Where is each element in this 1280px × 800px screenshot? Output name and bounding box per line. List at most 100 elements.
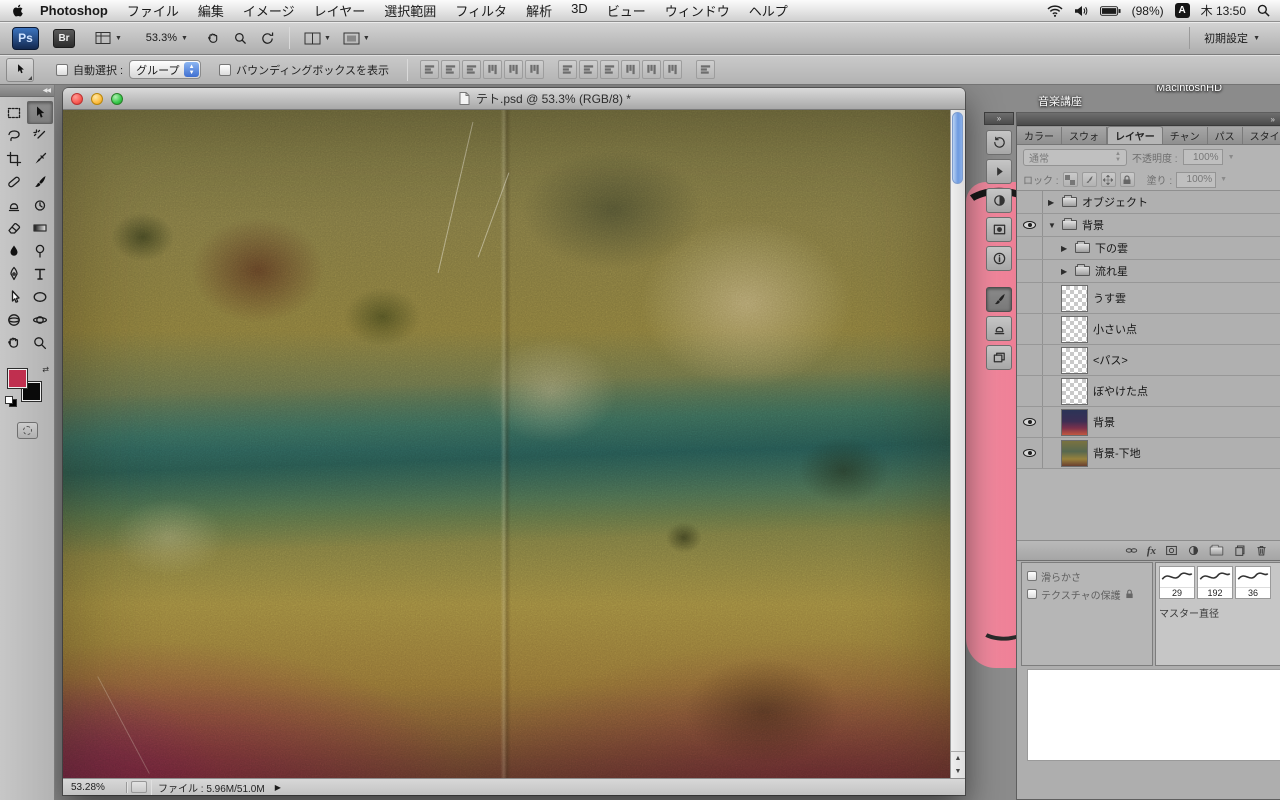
status-zoom-field[interactable]: 53.28% bbox=[63, 781, 127, 793]
protect-texture-option[interactable]: テクスチャの保護 bbox=[1027, 585, 1147, 603]
status-menu-arrow[interactable]: ▶ bbox=[275, 783, 281, 792]
tool-3d-rotate[interactable] bbox=[1, 308, 27, 331]
menu-item-3[interactable]: イメージ bbox=[243, 1, 295, 20]
tool-spot-healing-brush[interactable] bbox=[1, 170, 27, 193]
document-titlebar[interactable]: テト.psd @ 53.3% (RGB/8) * bbox=[63, 88, 965, 110]
panel-icon-history[interactable] bbox=[986, 130, 1012, 155]
disclosure-triangle[interactable]: ▶ bbox=[1048, 198, 1057, 207]
panel-icon-info[interactable] bbox=[986, 246, 1012, 271]
layer-thumbnail[interactable] bbox=[1061, 315, 1088, 343]
align-vertical-center-button[interactable] bbox=[441, 60, 461, 79]
visibility-toggle[interactable] bbox=[1017, 376, 1043, 406]
visibility-toggle[interactable] bbox=[1017, 260, 1043, 282]
zoom-window-button[interactable] bbox=[111, 92, 123, 105]
menu-item-10[interactable]: ウィンドウ bbox=[665, 1, 730, 20]
layer-row-6[interactable]: 小さい点 bbox=[1017, 314, 1280, 345]
launch-bridge-button[interactable]: Br bbox=[53, 28, 75, 48]
auto-align-button[interactable] bbox=[696, 60, 716, 79]
visibility-toggle[interactable] bbox=[1017, 214, 1043, 236]
distribute-bottom-button[interactable] bbox=[600, 60, 620, 79]
status-options-button[interactable] bbox=[131, 781, 147, 793]
menu-item-6[interactable]: フィルタ bbox=[455, 1, 507, 20]
tool-path-selection[interactable] bbox=[1, 285, 27, 308]
tool-crop[interactable] bbox=[1, 147, 27, 170]
lock-all-button[interactable] bbox=[1119, 172, 1135, 187]
layer-row-9[interactable]: 背景 bbox=[1017, 407, 1280, 438]
panel-icon-adjustments[interactable] bbox=[986, 188, 1012, 213]
zoom-level-control[interactable]: 53.3% ▼ bbox=[136, 29, 192, 47]
panel-tab-6[interactable]: スタイ bbox=[1242, 127, 1280, 144]
visibility-toggle[interactable] bbox=[1017, 314, 1043, 344]
minimize-button[interactable] bbox=[91, 92, 103, 105]
layer-thumbnail[interactable] bbox=[1061, 284, 1088, 312]
tool-magic-wand[interactable] bbox=[27, 124, 53, 147]
adjustment-layer-icon[interactable] bbox=[1187, 544, 1200, 557]
panel-tab-2[interactable]: スウォ bbox=[1062, 127, 1107, 144]
tool-move[interactable] bbox=[27, 101, 53, 124]
visibility-toggle[interactable] bbox=[1017, 345, 1043, 375]
foreground-color-swatch[interactable] bbox=[7, 368, 28, 389]
visibility-toggle[interactable] bbox=[1017, 191, 1043, 213]
brush-preset-3[interactable]: 36 bbox=[1235, 566, 1271, 599]
tool-lasso[interactable] bbox=[1, 124, 27, 147]
tool-eyedropper[interactable] bbox=[27, 147, 53, 170]
brush-preset-2[interactable]: 192 bbox=[1197, 566, 1233, 599]
quick-mask-button[interactable] bbox=[16, 422, 38, 439]
layer-row-1[interactable]: ▶ オブジェクト bbox=[1017, 191, 1280, 214]
layer-row-10[interactable]: 背景-下地 bbox=[1017, 438, 1280, 469]
tools-panel-collapse-button[interactable]: ◀◀ bbox=[0, 85, 54, 97]
scrollbar-thumb[interactable] bbox=[952, 112, 963, 184]
panel-icon-clone-source[interactable] bbox=[986, 316, 1012, 341]
menu-item-11[interactable]: ヘルプ bbox=[749, 1, 788, 20]
lock-transparency-button[interactable] bbox=[1062, 172, 1078, 187]
arrange-documents-button[interactable]: ▼ bbox=[298, 27, 337, 49]
link-layers-icon[interactable] bbox=[1125, 544, 1138, 557]
brush-preset-1[interactable]: 29 bbox=[1159, 566, 1195, 599]
tool-gradient[interactable] bbox=[27, 216, 53, 239]
app-menu-title[interactable]: Photoshop bbox=[40, 3, 108, 18]
tool-preset-well[interactable] bbox=[6, 57, 34, 82]
align-bottom-button[interactable] bbox=[462, 60, 482, 79]
bounding-box-checkbox[interactable]: バウンディングボックスを表示 bbox=[219, 62, 389, 78]
scroll-up-button[interactable]: ▲ bbox=[951, 752, 965, 765]
tool-eraser[interactable] bbox=[1, 216, 27, 239]
panel-tab-4[interactable]: チャン bbox=[1162, 127, 1208, 144]
fill-value-box[interactable]: 100% bbox=[1176, 171, 1217, 188]
caret-down-icon[interactable]: ▼ bbox=[1228, 154, 1235, 161]
swap-colors-icon[interactable]: ⇄ bbox=[42, 366, 49, 374]
align-horizontal-center-button[interactable] bbox=[504, 60, 524, 79]
lock-pixels-button[interactable] bbox=[1081, 172, 1097, 187]
visibility-toggle[interactable] bbox=[1017, 237, 1043, 259]
layer-thumbnail[interactable] bbox=[1061, 439, 1088, 467]
scroll-down-button[interactable]: ▼ bbox=[951, 765, 965, 778]
smoothing-option[interactable]: 滑らかさ bbox=[1027, 567, 1147, 585]
visibility-toggle[interactable] bbox=[1017, 438, 1043, 468]
menu-item-2[interactable]: 編集 bbox=[198, 1, 224, 20]
visibility-toggle[interactable] bbox=[1017, 407, 1043, 437]
tool-blur[interactable] bbox=[1, 239, 27, 262]
menu-item-1[interactable]: ファイル bbox=[127, 1, 179, 20]
default-colors-icon[interactable] bbox=[5, 396, 18, 408]
tool-rectangular-marquee[interactable] bbox=[1, 101, 27, 124]
input-method-indicator[interactable]: A bbox=[1174, 3, 1190, 18]
new-group-icon[interactable] bbox=[1209, 544, 1224, 555]
layer-thumbnail[interactable] bbox=[1061, 346, 1088, 374]
rotate-view-button[interactable] bbox=[254, 27, 281, 49]
layer-thumbnail[interactable] bbox=[1061, 377, 1088, 405]
menu-item-8[interactable]: 3D bbox=[571, 1, 588, 20]
visibility-toggle[interactable] bbox=[1017, 283, 1043, 313]
layer-thumbnail[interactable] bbox=[1061, 408, 1088, 436]
panel-tab-1[interactable]: カラー bbox=[1017, 127, 1062, 144]
panel-icon-layer-comps[interactable] bbox=[986, 345, 1012, 370]
panel-icon-masks[interactable] bbox=[986, 217, 1012, 242]
icon-dock-collapse-button[interactable]: » bbox=[984, 112, 1014, 125]
panel-tab-3[interactable]: レイヤー bbox=[1107, 126, 1163, 144]
tool-clone-stamp[interactable] bbox=[1, 193, 27, 216]
tool-type[interactable] bbox=[27, 262, 53, 285]
add-mask-icon[interactable] bbox=[1165, 544, 1178, 557]
close-button[interactable] bbox=[71, 92, 83, 105]
distribute-top-button[interactable] bbox=[558, 60, 578, 79]
canvas[interactable] bbox=[63, 110, 950, 778]
tool-history-brush[interactable] bbox=[27, 193, 53, 216]
screen-mode-button[interactable]: ▼ bbox=[337, 27, 376, 49]
